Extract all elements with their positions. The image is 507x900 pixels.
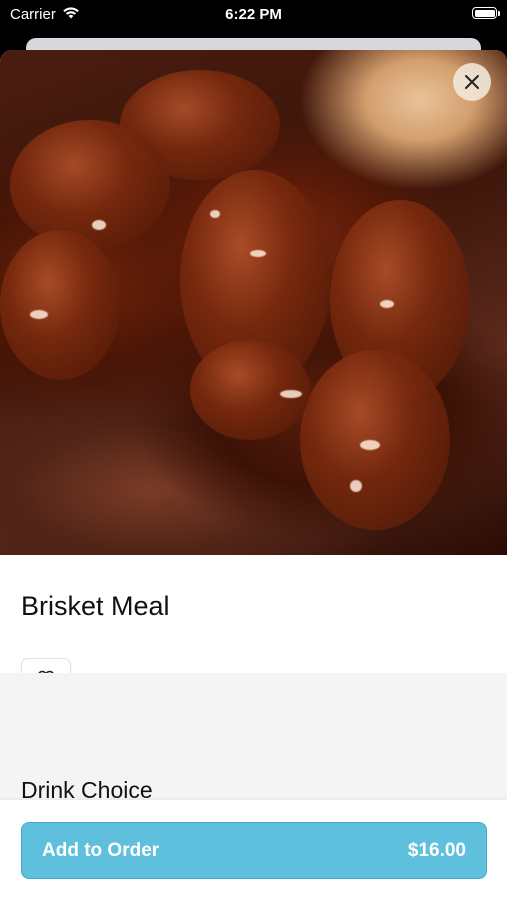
item-title: Brisket Meal	[21, 591, 170, 621]
image-detail	[0, 230, 120, 380]
battery-icon	[472, 7, 500, 19]
image-detail	[210, 210, 220, 218]
battery-level	[474, 9, 495, 17]
status-bar: Carrier 6:22 PM	[0, 0, 507, 30]
image-detail	[280, 390, 302, 398]
screen: Carrier 6:22 PM Brisket Meal Drink Choic…	[0, 0, 507, 900]
bottom-action-bar: Add to Order $16.00	[0, 800, 507, 900]
image-detail	[360, 440, 380, 450]
close-icon	[465, 75, 479, 89]
image-detail	[10, 120, 170, 250]
add-to-order-label: Add to Order	[42, 839, 160, 861]
image-detail	[380, 300, 394, 308]
item-image	[0, 50, 507, 555]
image-detail	[30, 310, 48, 319]
order-price: $16.00	[407, 839, 466, 861]
close-button[interactable]	[453, 63, 491, 101]
image-detail	[250, 250, 266, 257]
add-to-order-button[interactable]: Add to Order $16.00	[21, 822, 487, 879]
status-time: 6:22 PM	[225, 6, 282, 23]
image-detail	[92, 220, 106, 230]
image-detail	[350, 480, 362, 492]
